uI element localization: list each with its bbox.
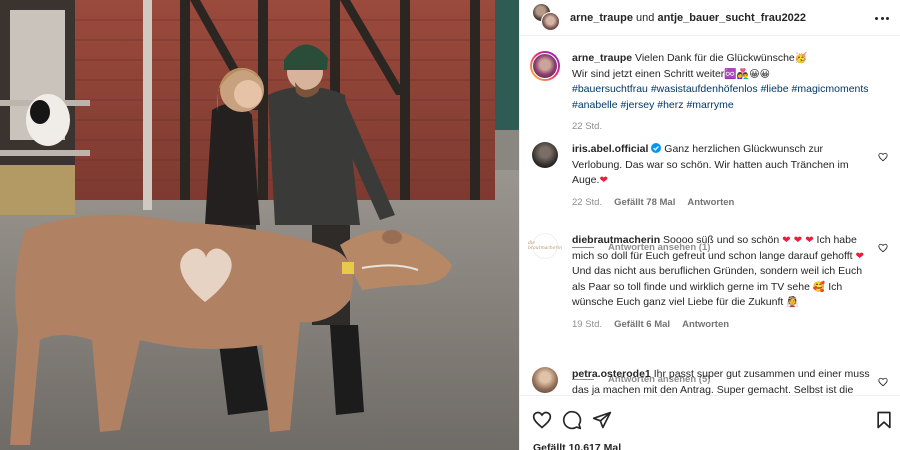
post-authors: arne_traupe und antje_bauer_sucht_frau20… — [570, 12, 806, 24]
avatar[interactable] — [532, 367, 558, 393]
post-header: arne_traupe und antje_bauer_sucht_frau20… — [520, 0, 900, 36]
heart-outline-icon[interactable] — [878, 377, 888, 387]
post-caption: arne_traupe Vielen Dank für die Glückwün… — [530, 51, 890, 135]
comment-emoji: ❤ ❤ ❤ — [782, 235, 814, 246]
hashtag-link[interactable]: #wasistaufdenhöfenlos — [651, 83, 758, 95]
caption-username-link[interactable]: arne_traupe — [572, 52, 632, 64]
comment-likes-link[interactable]: Gefällt 78 Mal — [614, 195, 675, 211]
comment-reply-button[interactable]: Antworten — [687, 195, 734, 211]
heart-outline-icon[interactable] — [878, 243, 888, 253]
comment-username-link[interactable]: petra.osterode1 — [572, 368, 651, 380]
author-username-link[interactable]: arne_traupe — [570, 12, 633, 24]
author-connector: und — [636, 11, 655, 24]
collab-avatars[interactable] — [532, 2, 562, 33]
photo-couple-with-calf — [0, 0, 519, 450]
caption-timestamp[interactable]: 22 Std. — [572, 119, 602, 135]
caption-emoji1: 🥳 — [794, 53, 808, 64]
comment-username-link[interactable]: iris.abel.official — [572, 143, 648, 155]
coauthor-username-link[interactable]: antje_bauer_sucht_frau2022 — [657, 12, 806, 24]
comment-emoji: 🥰 — [812, 281, 826, 293]
avatar[interactable]: die brautmacherin — [528, 233, 562, 259]
comment-emoji: 👰 — [786, 297, 799, 308]
avatar[interactable] — [532, 142, 558, 168]
paper-plane-icon[interactable] — [592, 410, 612, 430]
comment-item: iris.abel.official Ganz herzlichen Glück… — [530, 142, 892, 210]
comment-timestamp[interactable]: 22 Std. — [572, 195, 602, 211]
hashtag-link[interactable]: #liebe — [761, 83, 789, 95]
caption-text-line2: Wir sind jetzt einen Schritt weiter — [572, 67, 725, 80]
heart-outline-icon[interactable] — [532, 410, 552, 430]
comment-emoji: ❤ — [855, 250, 864, 262]
caption-text-line1: Vielen Dank für die Glückwünsche — [635, 52, 795, 64]
avatar-logo-text: die brautmacherin — [528, 241, 562, 251]
caption-emoji2: ♾️👩‍❤️‍👨😀😀 — [724, 68, 771, 80]
hashtag-link[interactable]: #marryme — [686, 99, 733, 111]
comment-reply-button[interactable]: Antworten — [682, 317, 729, 333]
comment-item: petra.osterode1 Ihr passt super gut zusa… — [530, 367, 892, 395]
comment-timestamp[interactable]: 19 Std. — [572, 317, 602, 333]
comment-icon[interactable] — [562, 410, 582, 430]
post-side-panel: arne_traupe und antje_bauer_sucht_frau20… — [519, 0, 900, 450]
hashtag-link[interactable]: #magicmoments — [792, 83, 869, 95]
post-likes-count[interactable]: Gefällt 10.617 Mal — [533, 442, 621, 450]
bookmark-icon[interactable] — [874, 410, 894, 430]
more-horizontal-icon[interactable] — [875, 11, 889, 25]
caption-hashtags: #bauersuchtfrau #wasistaufdenhöfenlos #l… — [572, 82, 869, 113]
comment-likes-link[interactable]: Gefällt 6 Mal — [614, 317, 670, 333]
comment-item: die brautmacherin diebrautmacherin Soooo… — [528, 233, 892, 333]
avatar — [541, 11, 560, 31]
hashtag-link[interactable]: #bauersuchtfrau — [572, 83, 648, 95]
comment-emoji: ❤ — [599, 175, 608, 186]
comment-text: Soooo süß und so schön — [663, 234, 780, 246]
hashtag-link[interactable]: #anabelle — [572, 99, 618, 111]
heart-outline-icon[interactable] — [878, 152, 888, 162]
hashtag-link[interactable]: #herz — [657, 99, 683, 111]
hashtag-link[interactable]: #jersey — [620, 99, 654, 111]
post-photo[interactable] — [0, 0, 519, 450]
story-avatar[interactable] — [530, 51, 560, 81]
comments-scroll-area[interactable]: arne_traupe Vielen Dank für die Glückwün… — [520, 37, 900, 395]
comment-username-link[interactable]: diebrautmacherin — [572, 234, 660, 246]
verified-badge-icon — [651, 143, 662, 153]
